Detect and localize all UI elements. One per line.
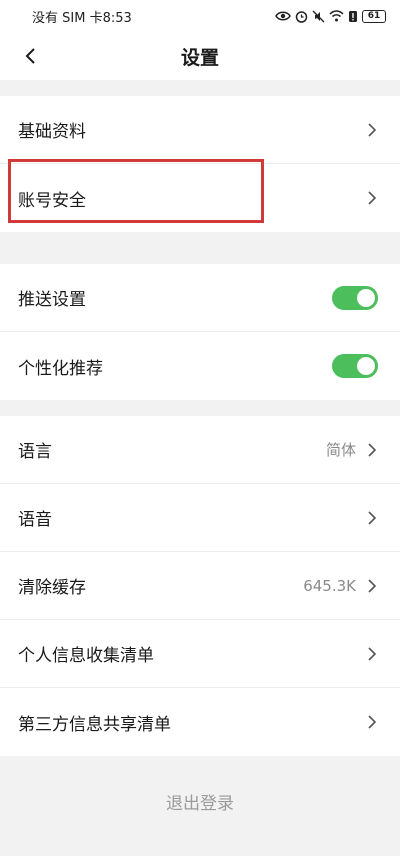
- push-toggle[interactable]: [332, 285, 378, 310]
- settings-item-label: 语言: [18, 442, 52, 462]
- chevron-right-icon: [368, 442, 377, 457]
- settings-item-label: 推送设置: [18, 290, 86, 310]
- section-gap: [0, 80, 400, 96]
- settings-item-account-security[interactable]: 账号安全: [0, 164, 400, 232]
- status-carrier-time: 没有 SIM 卡8:53: [32, 10, 132, 26]
- settings-item-label: 语音: [18, 510, 52, 530]
- settings-group-account: 基础资料 账号安全: [0, 96, 400, 232]
- status-icons: 61: [275, 9, 386, 23]
- battery-icon: 61: [362, 9, 386, 23]
- personalized-toggle[interactable]: [332, 354, 378, 378]
- nav-header: 设置: [0, 32, 400, 80]
- page-title: 设置: [180, 46, 219, 69]
- chevron-right-icon: [368, 191, 377, 205]
- battery-level: 61: [367, 10, 381, 21]
- settings-item-basic-info[interactable]: 基础资料: [0, 96, 400, 164]
- chevron-left-icon: [25, 48, 35, 64]
- section-gap: [0, 232, 400, 264]
- chevron-right-icon: [368, 715, 377, 729]
- settings-item-label: 基础资料: [18, 122, 86, 142]
- cache-size-value: 645.3K: [303, 576, 356, 595]
- settings-item-label: 清除缓存: [18, 578, 86, 598]
- back-button[interactable]: [14, 40, 46, 72]
- settings-item-label: 个人信息收集清单: [18, 646, 154, 666]
- toggle-knob: [357, 357, 375, 375]
- settings-item-voice[interactable]: 语音: [0, 484, 400, 552]
- eye-icon: [275, 11, 291, 21]
- sim-warning-icon: [349, 10, 357, 22]
- settings-item-language[interactable]: 语言 简体: [0, 416, 400, 484]
- settings-item-push: 推送设置: [0, 264, 400, 332]
- settings-group-push: 推送设置 个性化推荐: [0, 264, 400, 400]
- logout-label: 退出登录: [166, 793, 234, 814]
- logout-button[interactable]: 退出登录: [0, 756, 400, 846]
- wifi-icon: [329, 10, 344, 22]
- settings-item-third-party-list[interactable]: 第三方信息共享清单: [0, 688, 400, 756]
- language-value: 简体: [325, 441, 356, 459]
- chevron-right-icon: [368, 122, 377, 137]
- section-gap: [0, 400, 400, 416]
- alarm-icon: [295, 10, 308, 23]
- settings-item-label: 第三方信息共享清单: [18, 714, 171, 735]
- chevron-right-icon: [368, 646, 377, 661]
- toggle-knob: [357, 288, 375, 307]
- settings-item-label: 账号安全: [18, 190, 86, 211]
- status-bar: 没有 SIM 卡8:53 61: [0, 0, 400, 32]
- settings-group-general: 语言 简体 语音 清除缓存 645.3K 个人信息收集清单 第三方信息共享清单: [0, 416, 400, 756]
- settings-item-personal-info-list[interactable]: 个人信息收集清单: [0, 620, 400, 688]
- settings-item-personalized: 个性化推荐: [0, 332, 400, 400]
- settings-item-clear-cache[interactable]: 清除缓存 645.3K: [0, 552, 400, 620]
- mute-icon: [312, 10, 325, 22]
- chevron-right-icon: [368, 510, 377, 525]
- chevron-right-icon: [368, 578, 377, 593]
- settings-item-label: 个性化推荐: [18, 358, 103, 379]
